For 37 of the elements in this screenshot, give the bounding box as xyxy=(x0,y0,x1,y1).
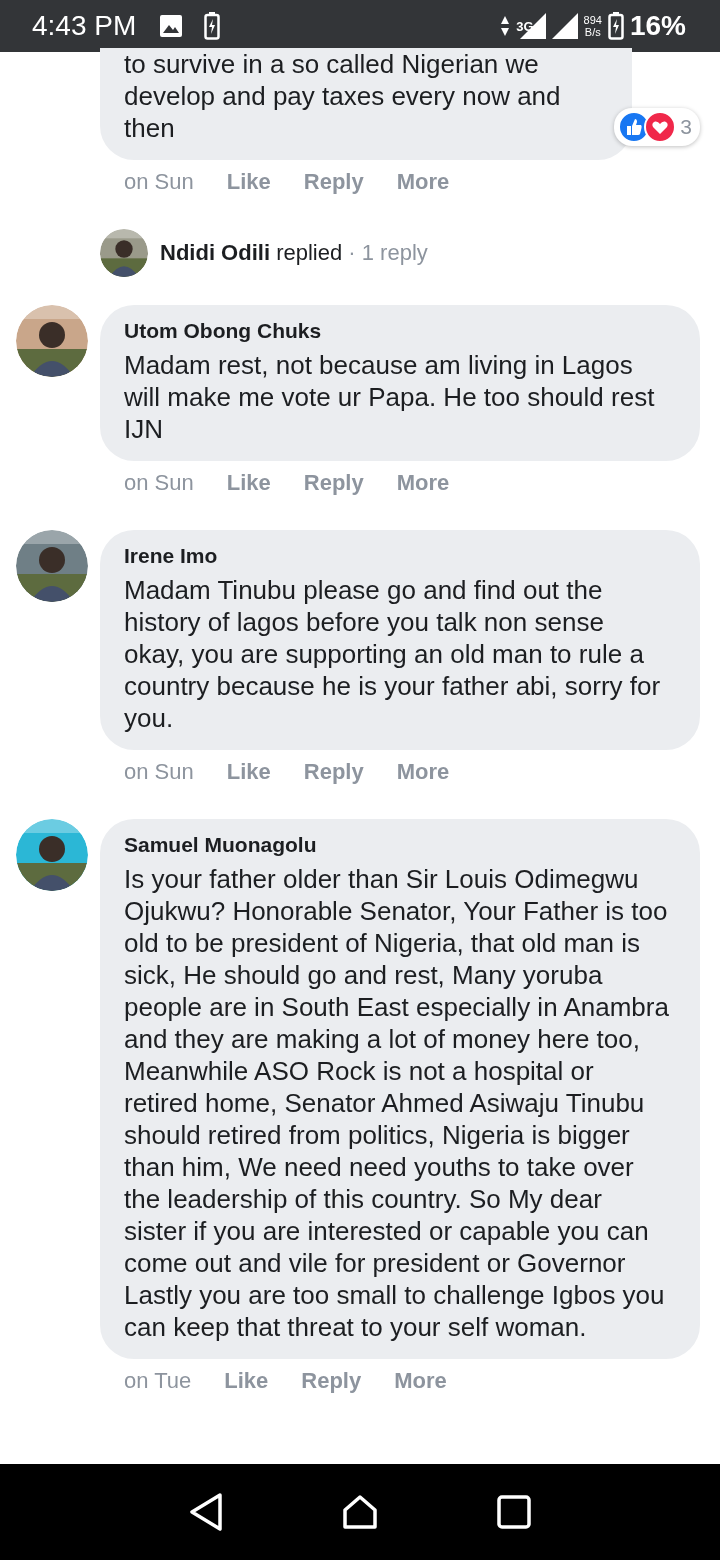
comment-text: Madam Tinubu please go and find out the history of lagos before you talk non sense okay, you are supporting an old man to rule a country because he is your father abi, sorry for you. xyxy=(124,574,662,734)
action-link[interactable]: Like xyxy=(224,1368,269,1394)
battery-level: 16% xyxy=(629,10,686,42)
speed-unit: B/s xyxy=(584,26,601,38)
action-link[interactable]: More xyxy=(396,470,450,496)
image-icon xyxy=(160,15,183,37)
author-name[interactable]: Irene Imo xyxy=(124,544,670,568)
comment-time: on Sun xyxy=(124,470,194,496)
battery-charging-icon xyxy=(607,12,624,40)
action-link[interactable]: More xyxy=(396,759,450,785)
signal-icon xyxy=(551,13,578,39)
author-name[interactable]: Utom Obong Chuks xyxy=(124,319,670,343)
back-icon[interactable] xyxy=(189,1492,224,1532)
comment-time: on Tue xyxy=(124,1368,192,1394)
reply-summary[interactable]: Ndidi Odili replied · 1 reply xyxy=(160,240,428,266)
clock: 4:43 PM xyxy=(32,10,137,42)
action-link[interactable]: Like xyxy=(226,169,271,195)
data-arrows-icon xyxy=(500,15,511,37)
comment-text: Madam rest, not because am living in Lagos will make me vote ur Papa. He too should rest IJN xyxy=(124,349,656,445)
action-link[interactable]: Reply xyxy=(303,169,364,195)
battery-charging-icon xyxy=(204,12,221,40)
action-link[interactable]: Like xyxy=(226,759,271,785)
comment-text: Is your father older than Sir Louis Odimegwu Ojukwu? Honorable Senator, Your Father is too old to be president of Nigeria, that old man is sick, He should go and rest, Many yoruba people are in South East especially in Anambra and they are making a lot of money here too, Meanwhile ASO Rock is not a hospital or retired home, Senator Ahmed Asiwaju Tinubu should retired from politics, Nigeria is bigger than him, We need need youths to take over the leadership of this country. So My dear sister if you are interested or capable you can come out and vile for president or Governor Lastly you are too small to challenge Igbos you can keep that threat to your self woman. xyxy=(124,863,670,1343)
action-link[interactable]: Like xyxy=(226,470,271,496)
recents-icon[interactable] xyxy=(496,1495,531,1529)
action-link[interactable]: More xyxy=(396,169,450,195)
comment-time: on Sun xyxy=(124,169,194,195)
reactions-badge[interactable]: 3 xyxy=(614,108,700,146)
action-link[interactable]: More xyxy=(394,1368,447,1394)
home-icon[interactable] xyxy=(342,1494,378,1530)
action-link[interactable]: Reply xyxy=(303,759,364,785)
author-name[interactable]: Samuel Muonagolu xyxy=(124,833,670,857)
comment-text: to survive in a so called Nigerian we develop and pay taxes every now and then xyxy=(124,48,562,144)
action-link[interactable]: Reply xyxy=(303,470,364,496)
network-speed: 894 xyxy=(583,14,602,26)
action-link[interactable]: Reply xyxy=(301,1368,362,1394)
comment-time: on Sun xyxy=(124,759,194,785)
